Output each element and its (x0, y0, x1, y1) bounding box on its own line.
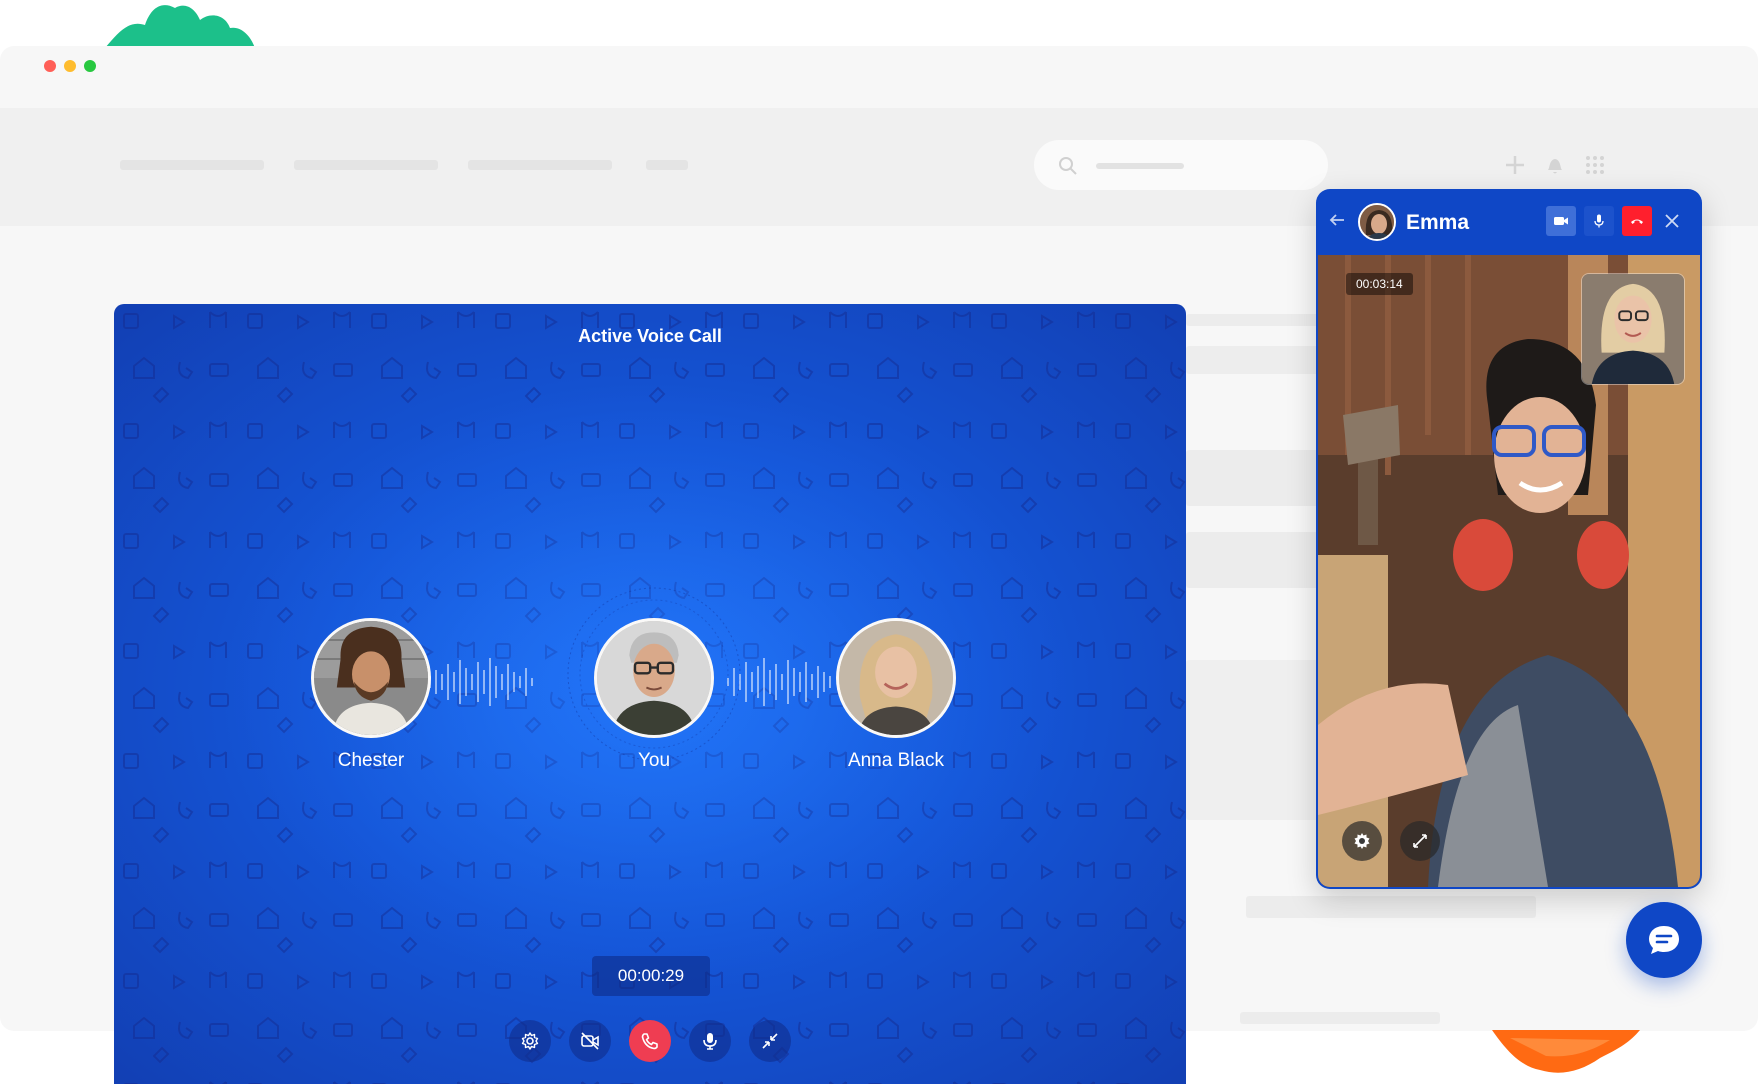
participant-anna-black[interactable]: Anna Black (836, 618, 956, 772)
window-controls (44, 60, 96, 72)
settings-icon (1354, 833, 1370, 849)
window-minimize-dot[interactable] (64, 60, 76, 72)
video-call-header: Emma (1316, 189, 1702, 255)
emma-avatar-portrait (1360, 205, 1394, 239)
video-settings-button[interactable] (1342, 821, 1382, 861)
chat-bubble-icon (1649, 926, 1679, 954)
nav-placeholder-1 (120, 160, 264, 170)
chester-avatar (311, 618, 431, 738)
end-call-icon (641, 1033, 658, 1050)
video-off-icon (581, 1032, 599, 1050)
content-placeholder-5 (1186, 660, 1326, 820)
anna-black-avatar (836, 618, 956, 738)
hang-up-button[interactable] (1622, 206, 1652, 236)
voice-call-controls (509, 1020, 791, 1062)
nav-placeholder-2 (294, 160, 438, 170)
content-placeholder-1 (1186, 314, 1326, 326)
settings-icon (521, 1032, 539, 1050)
back-arrow-icon[interactable] (1328, 211, 1346, 229)
participant-name: Anna Black (847, 750, 945, 771)
participant-you[interactable]: You (594, 618, 714, 772)
self-view-thumbnail[interactable] (1581, 273, 1685, 385)
participant-name: You (637, 750, 671, 771)
window-close-dot[interactable] (44, 60, 56, 72)
settings-button[interactable] (509, 1020, 551, 1062)
nav-placeholder-4 (646, 160, 688, 170)
fullscreen-button[interactable] (1400, 821, 1440, 861)
video-feed: 00:03:14 (1318, 255, 1700, 887)
anna-black-portrait (839, 621, 953, 735)
microphone-icon (703, 1033, 717, 1050)
audio-waveform-right (727, 658, 831, 706)
audio-waveform-left (429, 658, 533, 706)
participant-chester[interactable]: Chester (311, 618, 431, 772)
participant-name: Chester (337, 750, 405, 771)
content-placeholder-6 (1246, 896, 1536, 918)
green-brush-decoration (105, 5, 255, 49)
microphone-button[interactable] (1584, 206, 1614, 236)
voice-call-panel: Active Voice Call Chester You Anna Black… (114, 304, 1186, 1084)
self-view-portrait (1582, 274, 1684, 384)
content-placeholder-2 (1186, 346, 1326, 374)
minimize-button[interactable] (749, 1020, 791, 1062)
end-call-button[interactable] (629, 1020, 671, 1062)
voice-call-title: Active Voice Call (578, 326, 722, 346)
window-maximize-dot[interactable] (84, 60, 96, 72)
video-call-timer: 00:03:14 (1346, 273, 1413, 295)
minimize-icon (762, 1033, 778, 1049)
close-icon[interactable] (1664, 213, 1680, 229)
chester-portrait (314, 621, 428, 735)
video-call-window: Emma 00:03:14 (1316, 189, 1702, 889)
call-timer: 00:00:29 (592, 956, 710, 996)
microphone-icon (1594, 214, 1604, 228)
apps-grid-icon[interactable] (1584, 154, 1606, 176)
video-camera-button[interactable] (1546, 206, 1576, 236)
content-placeholder-3 (1186, 450, 1326, 506)
expand-icon (1413, 834, 1427, 848)
you-portrait (597, 621, 711, 735)
contact-name: Emma (1406, 211, 1470, 234)
orange-brush-decoration (1492, 1030, 1640, 1073)
emma-avatar (1358, 203, 1396, 241)
content-placeholder-4 (1186, 532, 1326, 588)
content-placeholder-7 (1240, 1012, 1440, 1024)
hang-up-icon (1631, 219, 1643, 224)
bell-icon[interactable] (1544, 154, 1566, 176)
video-toggle-button[interactable] (569, 1020, 611, 1062)
add-icon[interactable] (1504, 154, 1526, 176)
chat-button[interactable] (1626, 902, 1702, 978)
search-placeholder-text (1096, 163, 1184, 169)
mute-button[interactable] (689, 1020, 731, 1062)
screenshot-stage: Active Voice Call Chester You Anna Black… (0, 0, 1758, 1084)
search-icon (1059, 157, 1077, 175)
you-avatar (594, 618, 714, 738)
video-camera-icon (1554, 217, 1568, 225)
nav-placeholder-3 (468, 160, 612, 170)
